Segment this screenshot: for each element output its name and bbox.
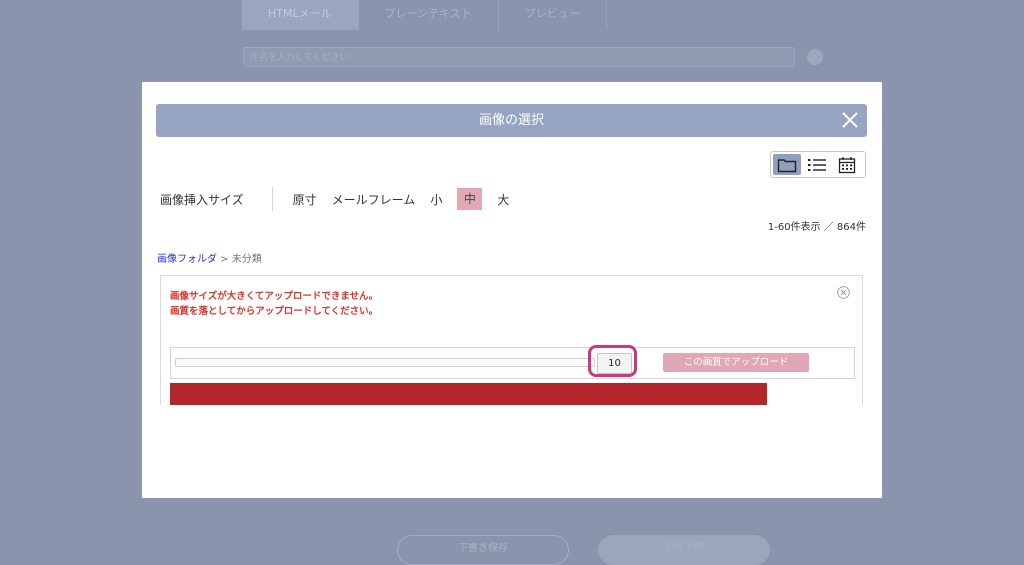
result-count: 1-60件表示 ／ 864件 xyxy=(767,222,866,233)
size-option-large[interactable]: 大 xyxy=(497,191,509,208)
upload-error-panel: 画像サイズが大きくてアップロードできません。 画質を落としてからアップロードして… xyxy=(160,275,863,405)
size-option-medium[interactable]: 中 xyxy=(457,188,483,210)
size-option-mail-frame[interactable]: メールフレーム xyxy=(332,191,416,208)
quality-slider[interactable] xyxy=(175,358,595,367)
background-schedule-button: 配信予約 xyxy=(598,535,770,565)
list-view-button[interactable] xyxy=(803,154,831,175)
tab-plain-text: プレーンテキスト xyxy=(359,0,499,30)
list-icon xyxy=(808,158,826,171)
breadcrumb-separator: > xyxy=(217,254,232,265)
folder-icon xyxy=(777,158,797,172)
background-clear-icon xyxy=(807,49,823,65)
insert-size-row: 画像挿入サイズ 原寸 メールフレーム 小 中 大 xyxy=(160,187,524,211)
divider xyxy=(271,187,273,211)
upload-with-quality-button[interactable]: この画質でアップロード xyxy=(663,353,809,372)
background-draft-button: 下書き保存 xyxy=(397,535,569,565)
background-tabs: HTMLメール プレーンテキスト プレビュー xyxy=(242,0,607,30)
size-option-small[interactable]: 小 xyxy=(430,191,442,208)
close-icon[interactable] xyxy=(837,286,850,299)
calendar-view-button[interactable] xyxy=(833,154,861,175)
tab-preview: プレビュー xyxy=(499,0,607,30)
breadcrumb-current: 未分類 xyxy=(231,254,262,265)
view-toggle xyxy=(770,151,866,178)
modal-header: 画像の選択 xyxy=(156,104,867,137)
size-option-original[interactable]: 原寸 xyxy=(293,191,317,208)
modal-title: 画像の選択 xyxy=(478,113,544,128)
error-message: 画像サイズが大きくてアップロードできません。 画質を落としてからアップロードして… xyxy=(170,289,378,319)
close-icon[interactable] xyxy=(841,111,859,129)
breadcrumb: 画像フォルダ > 未分類 xyxy=(157,250,262,265)
error-line-1: 画像サイズが大きくてアップロードできません。 xyxy=(170,291,379,302)
breadcrumb-folder-link[interactable]: 画像フォルダ xyxy=(157,254,217,265)
error-line-2: 画質を落としてからアップロードしてください。 xyxy=(170,306,379,317)
insert-size-label: 画像挿入サイズ xyxy=(160,192,244,207)
tab-html-mail: HTMLメール xyxy=(242,0,359,30)
quality-slider-row: 10 この画質でアップロード xyxy=(170,345,855,379)
image-preview-bar xyxy=(170,383,767,405)
folder-view-button[interactable] xyxy=(773,154,801,175)
image-select-modal: 画像の選択 画像挿入サイズ 原寸 メールフレーム 小 中 大 1-60件表示 ／… xyxy=(142,82,882,498)
background-subject-input: 件名を入力してください xyxy=(243,47,795,67)
highlight-ring xyxy=(588,345,637,377)
calendar-icon xyxy=(838,156,856,173)
